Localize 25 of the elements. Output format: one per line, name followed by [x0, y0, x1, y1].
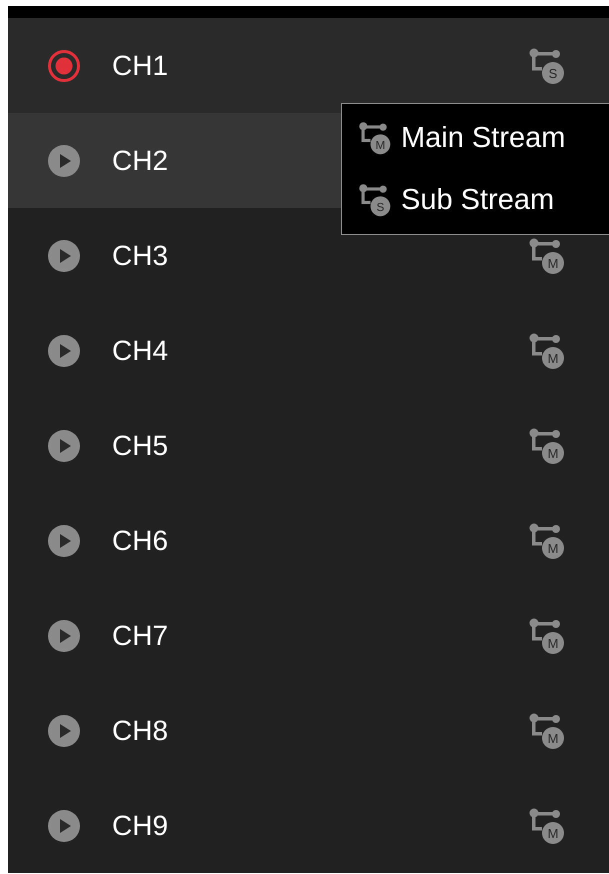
channel-row[interactable]: CH6 M	[8, 493, 609, 588]
play-icon[interactable]	[47, 238, 81, 272]
channel-row[interactable]: CH9 M	[8, 778, 609, 873]
channel-row[interactable]: CH8 M	[8, 683, 609, 778]
play-icon[interactable]	[47, 618, 81, 652]
channel-name: CH3	[112, 242, 168, 270]
channel-row[interactable]: CH7 M	[8, 588, 609, 683]
play-icon[interactable]	[47, 428, 81, 462]
channel-name: CH2	[112, 146, 168, 174]
channel-name: CH6	[112, 526, 168, 554]
play-icon[interactable]	[47, 714, 81, 748]
channel-row[interactable]: CH5 M	[8, 398, 609, 493]
channel-name: CH9	[112, 812, 168, 840]
play-icon[interactable]	[47, 808, 81, 842]
channel-name: CH8	[112, 716, 168, 744]
play-icon[interactable]	[47, 144, 81, 178]
play-icon[interactable]	[47, 524, 81, 558]
channel-row[interactable]: CH1 S	[8, 18, 609, 113]
channel-name: CH4	[112, 336, 168, 364]
play-icon[interactable]	[47, 334, 81, 368]
record-icon[interactable]	[47, 48, 81, 82]
channel-row[interactable]: CH4 M	[8, 303, 609, 398]
channel-name: CH5	[112, 432, 168, 460]
channel-name: CH1	[112, 52, 168, 80]
channel-name: CH7	[112, 622, 168, 650]
